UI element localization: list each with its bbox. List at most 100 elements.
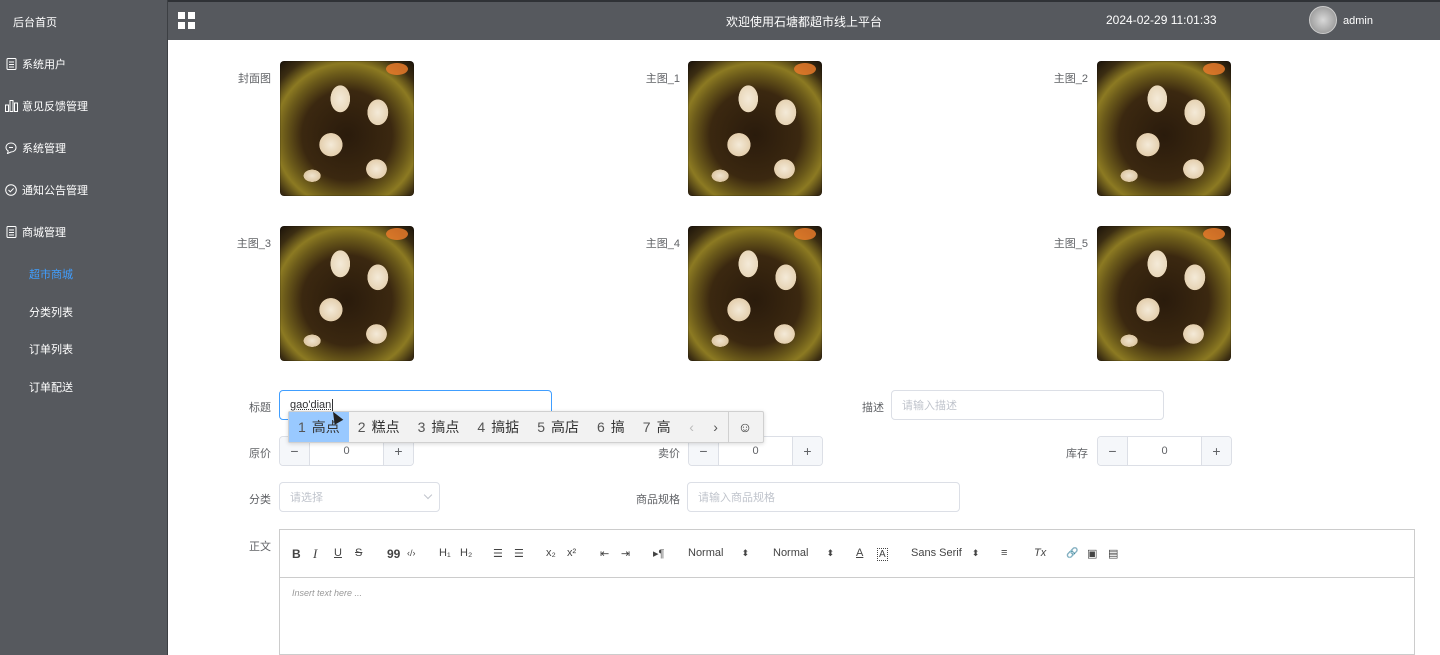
sidebar-item-label: 商城管理 bbox=[22, 227, 66, 239]
category-select[interactable]: 请选择 bbox=[279, 482, 440, 512]
subscript-button[interactable]: x₂ bbox=[546, 547, 556, 559]
rich-text-editor[interactable]: B I U S 99 ‹/› H₁ H₂ ☰ ☰ x₂ x² ⇤ ⇥ ▸¶ No… bbox=[279, 529, 1415, 655]
superscript-button[interactable]: x² bbox=[567, 547, 576, 559]
ordered-list-button[interactable]: ☰ bbox=[493, 547, 503, 560]
stock-stepper[interactable]: − 0 + bbox=[1097, 436, 1232, 466]
increment-button[interactable]: + bbox=[1201, 437, 1231, 465]
align-button[interactable]: ≡ bbox=[1001, 547, 1007, 559]
bold-button[interactable]: B bbox=[292, 547, 301, 561]
sidebar-item-label: 系统管理 bbox=[22, 143, 66, 155]
decrement-button[interactable]: − bbox=[1098, 437, 1128, 465]
font-picker[interactable]: Sans Serif ⬍ bbox=[911, 547, 979, 559]
candidate-text: 高 bbox=[656, 419, 671, 435]
sidebar-subitem-categories[interactable]: 分类列表 bbox=[29, 304, 73, 320]
ime-candidate-bar: 1 高点 2 糕点 3 搞点 4 搞掂 5 高店 6搞 7高 ‹ › ☺ bbox=[288, 411, 764, 443]
text-direction-button[interactable]: ▸¶ bbox=[653, 547, 664, 560]
header-picker-label: Normal bbox=[773, 547, 809, 559]
cover-image-label: 封面图 bbox=[238, 73, 271, 85]
ime-candidate[interactable]: 7高 bbox=[634, 412, 680, 442]
size-picker[interactable]: Normal ⬍ bbox=[688, 547, 749, 559]
background-color-button[interactable]: A bbox=[877, 548, 888, 561]
image-button[interactable]: ▣ bbox=[1087, 547, 1097, 560]
candidate-number: 4 bbox=[477, 419, 486, 435]
main-image-3-upload[interactable] bbox=[280, 226, 414, 361]
document-icon bbox=[4, 225, 18, 239]
check-circle-icon bbox=[4, 183, 18, 197]
sidebar-item-feedback[interactable]: 意见反馈管理 bbox=[0, 85, 168, 127]
candidate-number: 6 bbox=[596, 419, 605, 435]
header-picker[interactable]: Normal ⬍ bbox=[773, 547, 834, 559]
italic-button[interactable]: I bbox=[313, 546, 317, 562]
original-price-label: 原价 bbox=[249, 448, 271, 460]
chevron-left-icon[interactable]: ‹ bbox=[680, 419, 704, 435]
sidebar-subitem-delivery[interactable]: 订单配送 bbox=[29, 379, 73, 395]
description-input[interactable]: 请输入描述 bbox=[891, 390, 1164, 420]
chevron-down-icon bbox=[423, 490, 433, 500]
strike-button[interactable]: S bbox=[355, 547, 362, 559]
sidebar-item-system-users[interactable]: 系统用户 bbox=[0, 43, 168, 85]
grid-menu-icon[interactable] bbox=[178, 12, 195, 29]
link-button[interactable]: 🔗 bbox=[1066, 548, 1078, 559]
sidebar-item-system-manage[interactable]: 系统管理 bbox=[0, 127, 168, 169]
ime-candidate[interactable]: 4 搞掂 bbox=[468, 412, 528, 442]
candidate-text: 高店 bbox=[550, 419, 579, 435]
bullet-list-button[interactable]: ☰ bbox=[514, 547, 524, 560]
candidate-text: 搞掂 bbox=[491, 419, 520, 435]
candidate-number: 3 bbox=[417, 419, 426, 435]
avatar[interactable] bbox=[1309, 6, 1337, 34]
stock-value[interactable]: 0 bbox=[1128, 437, 1201, 465]
sidebar-item-label: 通知公告管理 bbox=[22, 185, 88, 197]
main-image-4-label: 主图_4 bbox=[645, 238, 680, 250]
candidate-number: 5 bbox=[537, 419, 545, 435]
sidebar-item-notice[interactable]: 通知公告管理 bbox=[0, 169, 168, 211]
candidate-text: 糕点 bbox=[371, 419, 400, 435]
font-picker-label: Sans Serif bbox=[911, 547, 962, 559]
sidebar: 后台首页 系统用户 意见反馈管理 系统管理 通知公告管理 商城管理 超市商城 分… bbox=[0, 0, 168, 655]
header-1-button[interactable]: H₁ bbox=[439, 547, 451, 559]
increment-button[interactable]: + bbox=[792, 437, 822, 465]
chat-icon bbox=[4, 141, 18, 155]
ime-candidate[interactable]: 6搞 bbox=[588, 412, 634, 442]
sidebar-item-mall[interactable]: 商城管理 bbox=[0, 211, 168, 253]
font-color-button[interactable]: A bbox=[856, 547, 863, 559]
ime-candidate[interactable]: 2 糕点 bbox=[349, 412, 409, 442]
candidate-number: 1 bbox=[298, 419, 306, 435]
description-placeholder: 请输入描述 bbox=[902, 400, 957, 412]
blockquote-button[interactable]: 99 bbox=[387, 547, 400, 561]
sidebar-item-label: 系统用户 bbox=[22, 59, 66, 71]
emoji-icon[interactable]: ☺ bbox=[727, 412, 762, 442]
main-image-5-upload[interactable] bbox=[1097, 226, 1231, 361]
candidate-text: 搞 bbox=[610, 419, 625, 435]
chevron-right-icon[interactable]: › bbox=[704, 419, 728, 435]
page-title: 欢迎使用石塘都超市线上平台 bbox=[726, 15, 883, 29]
main-image-1-upload[interactable] bbox=[688, 61, 822, 196]
updown-icon: ⬍ bbox=[741, 548, 749, 558]
main-image-3-label: 主图_3 bbox=[236, 238, 271, 250]
cover-image-upload[interactable] bbox=[280, 61, 414, 196]
spec-placeholder: 请输入商品规格 bbox=[698, 492, 775, 504]
video-button[interactable]: ▤ bbox=[1108, 547, 1118, 560]
sidebar-subitem-supermarket[interactable]: 超市商城 bbox=[29, 266, 73, 282]
category-label: 分类 bbox=[249, 494, 271, 506]
candidate-number: 7 bbox=[642, 419, 651, 435]
spec-input[interactable]: 请输入商品规格 bbox=[687, 482, 960, 512]
underline-button[interactable]: U bbox=[334, 547, 342, 559]
sidebar-item-home[interactable]: 后台首页 bbox=[0, 1, 168, 43]
editor-placeholder: Insert text here ... bbox=[292, 588, 363, 598]
candidate-text: 搞点 bbox=[431, 419, 460, 435]
indent-button[interactable]: ⇥ bbox=[621, 547, 630, 560]
clean-format-button[interactable]: Tx bbox=[1034, 547, 1046, 559]
sidebar-subitem-orders[interactable]: 订单列表 bbox=[29, 341, 73, 357]
main-image-2-upload[interactable] bbox=[1097, 61, 1231, 196]
ime-candidate[interactable]: 3 搞点 bbox=[409, 412, 469, 442]
updown-icon: ⬍ bbox=[971, 548, 980, 558]
header-2-button[interactable]: H₂ bbox=[460, 547, 472, 559]
main-image-4-upload[interactable] bbox=[688, 226, 822, 361]
editor-toolbar: B I U S 99 ‹/› H₁ H₂ ☰ ☰ x₂ x² ⇤ ⇥ ▸¶ No… bbox=[280, 530, 1414, 578]
sidebar-item-label: 意见反馈管理 bbox=[22, 101, 88, 113]
updown-icon: ⬍ bbox=[826, 548, 834, 558]
username[interactable]: admin bbox=[1343, 15, 1373, 27]
code-block-button[interactable]: ‹/› bbox=[407, 548, 416, 558]
outdent-button[interactable]: ⇤ bbox=[600, 547, 609, 560]
ime-candidate[interactable]: 5 高店 bbox=[528, 412, 588, 442]
